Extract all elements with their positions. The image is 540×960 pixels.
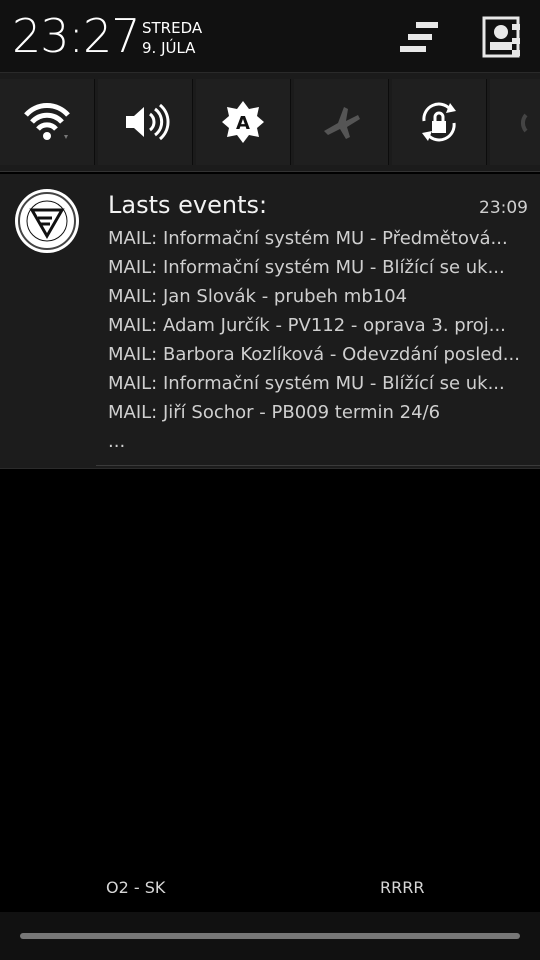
wifi-toggle[interactable] [0, 79, 95, 165]
notification-line: ... [108, 431, 126, 452]
airplane-icon [324, 107, 360, 139]
quick-settings-button[interactable] [396, 14, 444, 62]
drag-handle[interactable] [20, 933, 520, 939]
user-profile-icon [482, 16, 520, 58]
more-toggle[interactable] [490, 79, 540, 165]
volume-icon [126, 103, 170, 141]
quick-settings-icon [400, 22, 438, 52]
rotation-lock-toggle[interactable] [392, 79, 487, 165]
notification-divider [96, 465, 540, 466]
notification-card[interactable]: Lasts events: 23:09 MAIL: Informační sys… [0, 174, 540, 469]
rotation-lock-icon [422, 102, 456, 142]
notification-line: MAIL: Informační systém MU - Předmětová.… [108, 228, 508, 249]
status-header: 23:27 STREDA 9. JÚLA [0, 0, 540, 72]
notification-line: MAIL: Adam Jurčík - PV112 - oprava 3. pr… [108, 315, 506, 336]
user-profile-button[interactable] [476, 14, 524, 62]
auto-brightness-toggle[interactable]: A [196, 79, 291, 165]
carrier-left: O2 - SK [106, 878, 166, 897]
brightness-auto-icon: A [222, 101, 264, 143]
clock-time: 23:27 [12, 9, 141, 63]
wifi-icon [24, 103, 70, 140]
svg-text:A: A [236, 113, 250, 134]
date-label: 9. JÚLA [142, 39, 196, 57]
quick-settings-row: A [0, 72, 540, 172]
date-block: STREDA 9. JÚLA [142, 18, 202, 58]
notification-line: MAIL: Informační systém MU - Blížící se … [108, 373, 505, 394]
notification-time: 23:09 [479, 198, 528, 218]
notification-line: MAIL: Jan Slovák - prubeh mb104 [108, 286, 408, 307]
airplane-toggle[interactable] [294, 79, 389, 165]
faculty-logo-icon [14, 188, 80, 254]
sound-toggle[interactable] [98, 79, 193, 165]
carrier-right: RRRR [380, 878, 425, 897]
notification-line: MAIL: Barbora Kozlíková - Odevzdání posl… [108, 344, 520, 365]
notification-lines: MAIL: Informační systém MU - Předmětová.… [108, 224, 538, 456]
notification-line: MAIL: Informační systém MU - Blížící se … [108, 257, 505, 278]
day-label: STREDA [142, 19, 203, 37]
notification-line: MAIL: Jiří Sochor - PB009 termin 24/6 [108, 402, 441, 423]
notification-title: Lasts events: [108, 191, 268, 219]
partial-toggle-icon [521, 113, 528, 133]
